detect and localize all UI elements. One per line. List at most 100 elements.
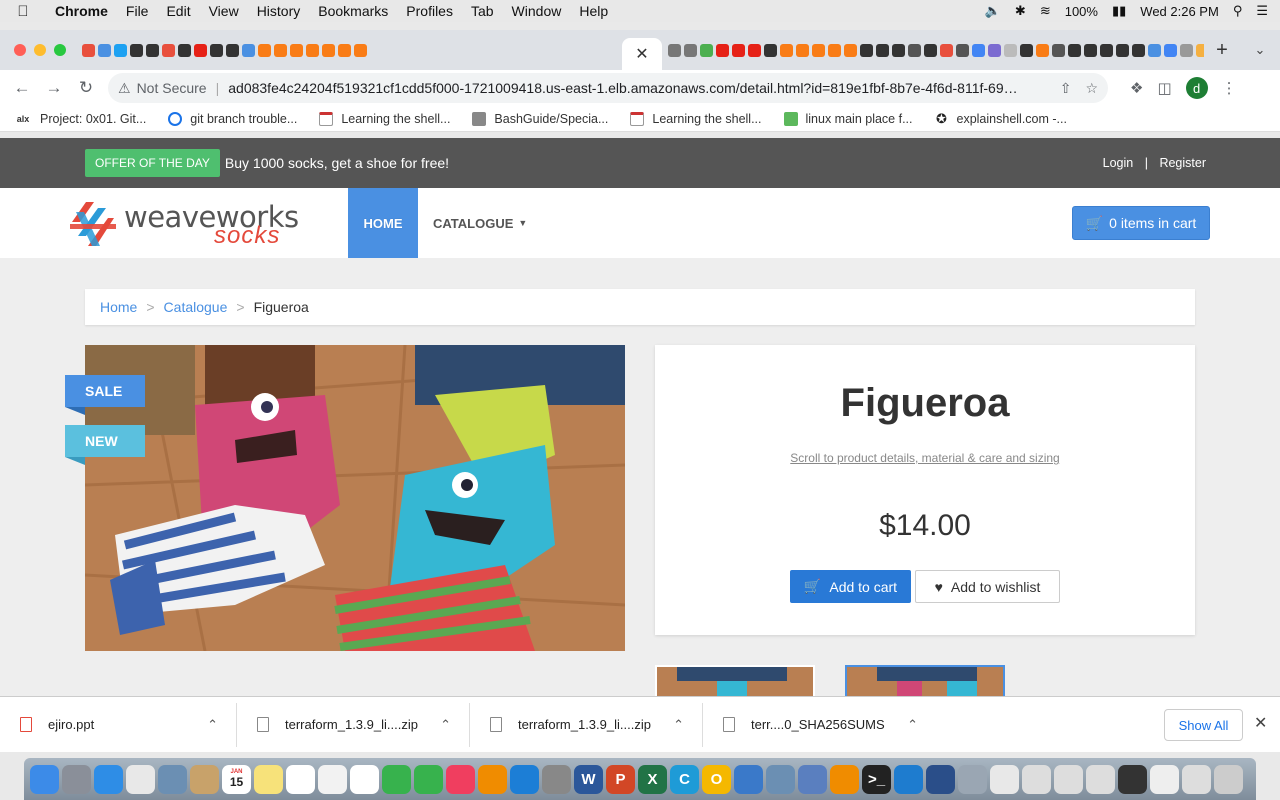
menu-tab[interactable]: Tab bbox=[462, 3, 503, 19]
wifi-icon[interactable]: ≋ bbox=[1040, 3, 1051, 19]
network-icon[interactable] bbox=[766, 764, 795, 794]
bookmark-item[interactable]: Learning the shell... bbox=[305, 111, 458, 126]
window6-icon[interactable] bbox=[1182, 764, 1211, 794]
download-item[interactable]: terraform_1.3.9_li....zip ⌃ bbox=[237, 702, 470, 747]
calendar-icon[interactable]: JAN 15 bbox=[222, 764, 251, 794]
login-link[interactable]: Login bbox=[1103, 156, 1134, 170]
tab-favicon-icon[interactable] bbox=[907, 43, 921, 57]
tab-favicon-icon[interactable] bbox=[1115, 43, 1129, 57]
spotlight-search-icon[interactable]: ⚲ bbox=[1233, 3, 1243, 19]
chrome-icon[interactable] bbox=[126, 764, 155, 794]
scroll-to-details-link[interactable]: Scroll to product details, material & ca… bbox=[655, 451, 1195, 465]
bluetooth-icon[interactable]: ✱ bbox=[1015, 3, 1026, 19]
files-icon[interactable] bbox=[990, 764, 1019, 794]
url-text[interactable]: ad083fe4c24204f519321cf1cdd5f000-1721009… bbox=[228, 80, 1045, 96]
tab-favicon-icon[interactable] bbox=[145, 43, 159, 57]
menu-profiles[interactable]: Profiles bbox=[397, 3, 462, 19]
tab-favicon-icon[interactable] bbox=[1019, 43, 1033, 57]
utility-icon[interactable] bbox=[958, 764, 987, 794]
forward-arrow-icon[interactable]: → bbox=[38, 78, 70, 98]
tab-favicon-icon[interactable] bbox=[273, 43, 287, 57]
tab-favicon-icon[interactable] bbox=[193, 43, 207, 57]
tab-favicon-icon[interactable] bbox=[667, 43, 681, 57]
preview-icon[interactable] bbox=[158, 764, 187, 794]
menu-help[interactable]: Help bbox=[570, 3, 617, 19]
tab-favicon-icon[interactable] bbox=[241, 43, 255, 57]
messages-icon[interactable] bbox=[382, 764, 411, 794]
vlc-icon[interactable] bbox=[830, 764, 859, 794]
tab-favicon-icon[interactable] bbox=[1179, 43, 1193, 57]
nav-home[interactable]: HOME bbox=[348, 188, 418, 258]
control-center-icon[interactable]: ☰ bbox=[1256, 3, 1268, 19]
tab-favicon-icon[interactable] bbox=[209, 43, 223, 57]
new-tab-button[interactable]: + bbox=[1204, 39, 1240, 62]
close-downloads-icon[interactable]: ✕ bbox=[1254, 713, 1267, 733]
share-icon[interactable]: ⇧ bbox=[1060, 80, 1072, 97]
chevron-up-icon[interactable]: ⌃ bbox=[907, 717, 918, 733]
back-arrow-icon[interactable]: ← bbox=[6, 78, 38, 98]
add-to-cart-button[interactable]: 🛒 Add to cart bbox=[790, 570, 911, 603]
breadcrumb-catalogue[interactable]: Catalogue bbox=[164, 299, 228, 315]
tab-favicon-icon[interactable] bbox=[1003, 43, 1017, 57]
minimize-window-button[interactable] bbox=[34, 44, 46, 56]
terminal-icon[interactable]: >_ bbox=[862, 764, 891, 794]
product-thumbnail-selected[interactable] bbox=[845, 665, 1005, 696]
launchpad-icon[interactable] bbox=[62, 764, 91, 794]
tab-favicon-icon[interactable] bbox=[257, 43, 271, 57]
product-thumbnail[interactable] bbox=[655, 665, 815, 696]
tab-favicon-icon[interactable] bbox=[763, 43, 777, 57]
tab-favicon-icon[interactable] bbox=[129, 43, 143, 57]
chevron-up-icon[interactable]: ⌃ bbox=[440, 717, 451, 733]
tab-favicon-icon[interactable] bbox=[683, 43, 697, 57]
tab-favicon-icon[interactable] bbox=[1195, 43, 1204, 57]
tab-favicon-icon[interactable] bbox=[225, 43, 239, 57]
tab-favicon-icon[interactable] bbox=[289, 43, 303, 57]
menu-file[interactable]: File bbox=[117, 3, 158, 19]
tab-favicon-icon[interactable] bbox=[337, 43, 351, 57]
word-icon[interactable]: W bbox=[574, 764, 603, 794]
close-tab-icon[interactable]: ✕ bbox=[635, 44, 648, 64]
tab-favicon-icon[interactable] bbox=[1083, 43, 1097, 57]
menu-app-name[interactable]: Chrome bbox=[46, 3, 117, 19]
tab-favicon-icon[interactable] bbox=[81, 43, 95, 57]
bookmark-item[interactable]: Learning the shell... bbox=[616, 111, 769, 126]
show-all-downloads-button[interactable]: Show All bbox=[1164, 709, 1243, 741]
tab-search-chevron-icon[interactable]: ⌄ bbox=[1240, 42, 1280, 58]
tab-favicon-icon[interactable] bbox=[1147, 43, 1161, 57]
download-item[interactable]: ejiro.ppt ⌃ bbox=[0, 702, 237, 747]
tab-favicon-icon[interactable] bbox=[177, 43, 191, 57]
breadcrumb-home[interactable]: Home bbox=[100, 299, 137, 315]
tab-favicon-icon[interactable] bbox=[1067, 43, 1081, 57]
download-item[interactable]: terr....0_SHA256SUMS ⌃ bbox=[703, 703, 936, 747]
download-item[interactable]: terraform_1.3.9_li....zip ⌃ bbox=[470, 702, 703, 747]
sourcetree-icon[interactable] bbox=[734, 764, 763, 794]
tab-favicon-icon[interactable] bbox=[923, 43, 937, 57]
finder-icon[interactable] bbox=[30, 764, 59, 794]
tab-favicon-icon[interactable] bbox=[715, 43, 729, 57]
menu-bookmarks[interactable]: Bookmarks bbox=[309, 3, 397, 19]
o-icon[interactable]: O bbox=[702, 764, 731, 794]
virtualbox-icon[interactable] bbox=[926, 764, 955, 794]
reminders-icon[interactable] bbox=[286, 764, 315, 794]
nav-catalogue[interactable]: CATALOGUE ▼ bbox=[433, 188, 527, 258]
window4-icon[interactable] bbox=[1118, 764, 1147, 794]
clock[interactable]: Wed 2:26 PM bbox=[1140, 4, 1219, 19]
tab-favicon-icon[interactable] bbox=[939, 43, 953, 57]
tab-favicon-icon[interactable] bbox=[987, 43, 1001, 57]
window5-icon[interactable] bbox=[1150, 764, 1179, 794]
tab-favicon-icon[interactable] bbox=[891, 43, 905, 57]
window1-icon[interactable] bbox=[1022, 764, 1051, 794]
bookmark-item[interactable]: linux main place f... bbox=[770, 111, 921, 126]
offer-badge[interactable]: OFFER OF THE DAY bbox=[85, 149, 220, 177]
tab-favicon-icon[interactable] bbox=[97, 43, 111, 57]
side-panel-icon[interactable]: ◫ bbox=[1157, 79, 1171, 97]
more-menu-icon[interactable]: ⋮ bbox=[1222, 79, 1237, 97]
register-link[interactable]: Register bbox=[1159, 156, 1206, 170]
tab-favicon-icon[interactable] bbox=[747, 43, 761, 57]
music-icon[interactable] bbox=[446, 764, 475, 794]
tab-favicon-icon[interactable] bbox=[1035, 43, 1049, 57]
safari-icon[interactable] bbox=[94, 764, 123, 794]
c-icon[interactable]: C bbox=[670, 764, 699, 794]
menu-view[interactable]: View bbox=[200, 3, 248, 19]
address-bar[interactable]: ⚠ Not Secure | ad083fe4c24204f519321cf1c… bbox=[108, 73, 1108, 103]
